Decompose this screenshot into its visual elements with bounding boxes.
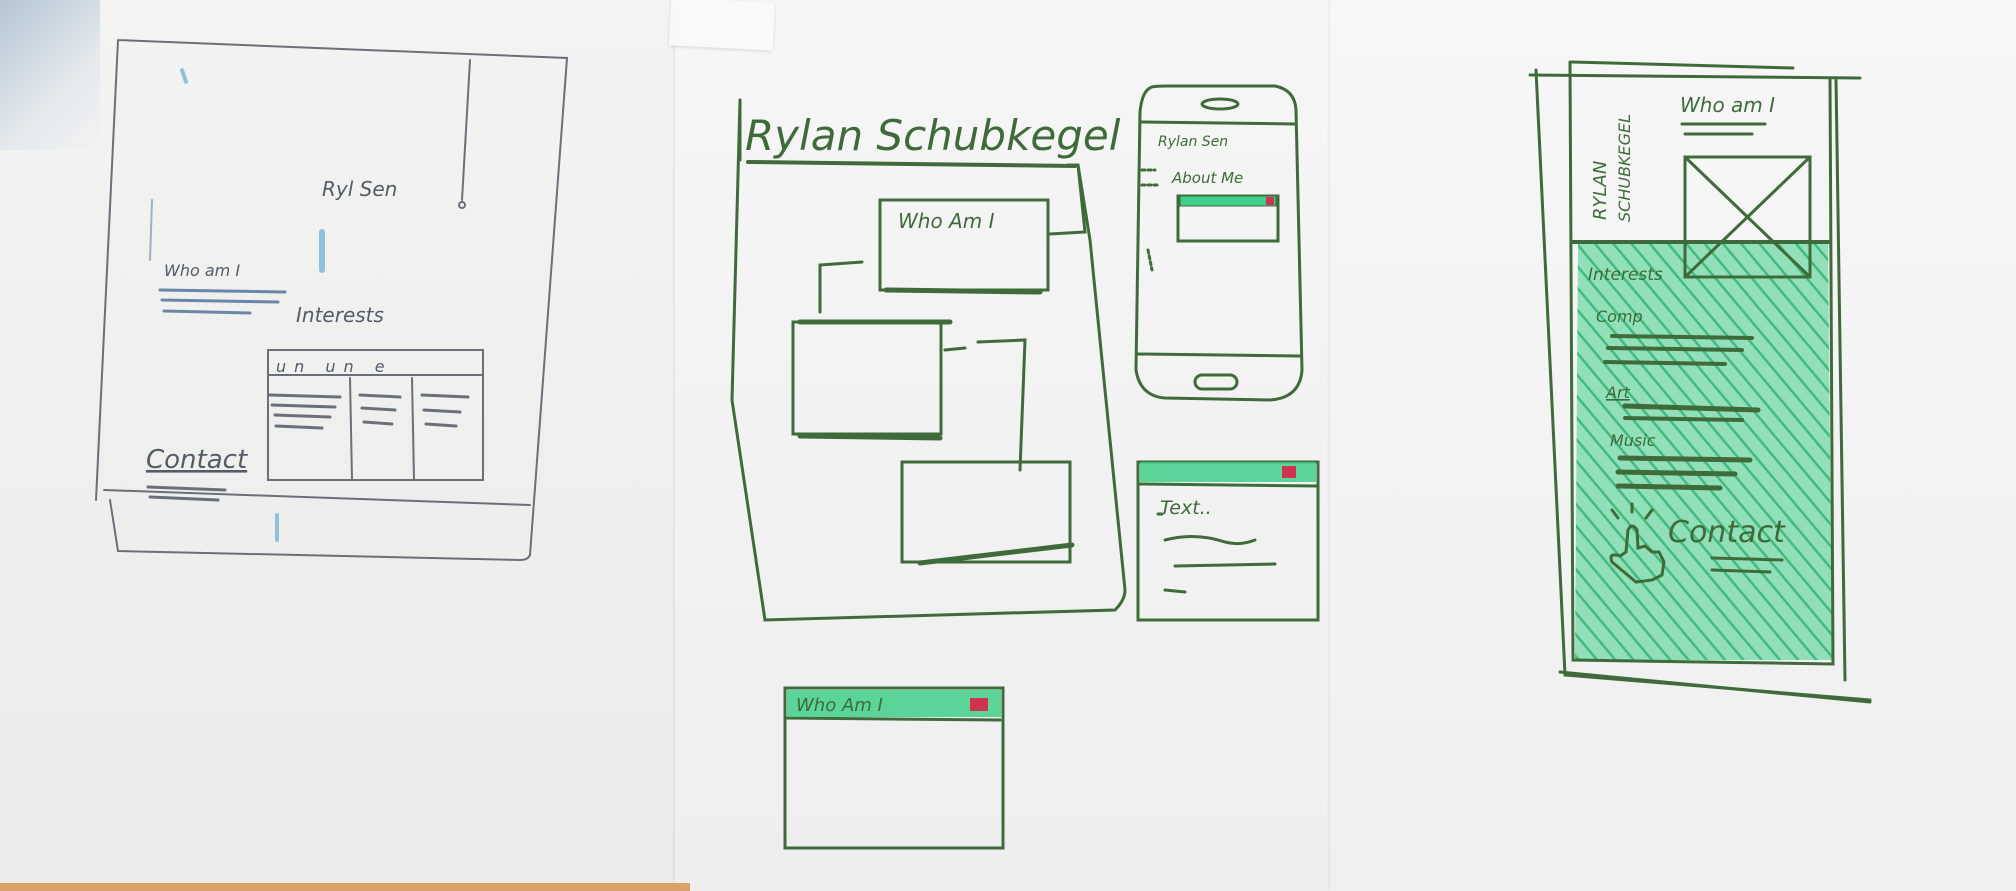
left-scroll-guide [149,199,153,261]
right-who-am-i-text: Who am I [1680,93,1775,117]
right-name-vertical-2: SCHUBKEGEL [1615,114,1634,222]
right-comp-text: Comp [1596,307,1643,326]
right-name-vertical-1: RYLAN [1590,161,1611,220]
middle-title-underline [746,160,1077,168]
left-table-head-text: un un e [276,357,393,376]
left-contact-text: Contact [146,445,248,475]
right-music-text: Music [1610,431,1656,450]
right-art-text: Art [1605,383,1631,402]
left-name-dot [458,201,466,209]
left-vertical-guide [461,59,471,201]
left-name-text: Ryl Sen [322,177,397,201]
middle-sketch [730,98,1127,622]
middle-block-1 [791,320,943,436]
who-window-text: Who Am I [796,695,883,716]
text-window-sketch [1136,460,1320,622]
middle-main-frame [730,98,1127,622]
sketch-canvas: Ryl Sen Who am I Interests un un e Conta… [95,39,1872,850]
text-window-text: Text.. [1160,497,1212,519]
middle-who-box-text: Who Am I [898,209,995,233]
left-sketch [95,39,569,562]
who-window-close [970,698,988,711]
text-window-close [1282,466,1296,478]
left-who-am-i-text: Who am I [164,261,240,280]
phone-window-bar [1179,195,1277,207]
middle-title-text: Rylan Schubkegel [745,111,1121,160]
right-contact-text: Contact [1668,515,1786,550]
phone-home-button [1193,373,1239,391]
right-interests-text: Interests [1588,265,1663,285]
right-hatched-area [1575,242,1832,660]
phone-name-text: Rylan Sen [1158,134,1228,150]
left-interests-text: Interests [296,303,384,327]
phone-about-text: About Me [1171,169,1243,187]
phone-window-close [1266,197,1274,205]
